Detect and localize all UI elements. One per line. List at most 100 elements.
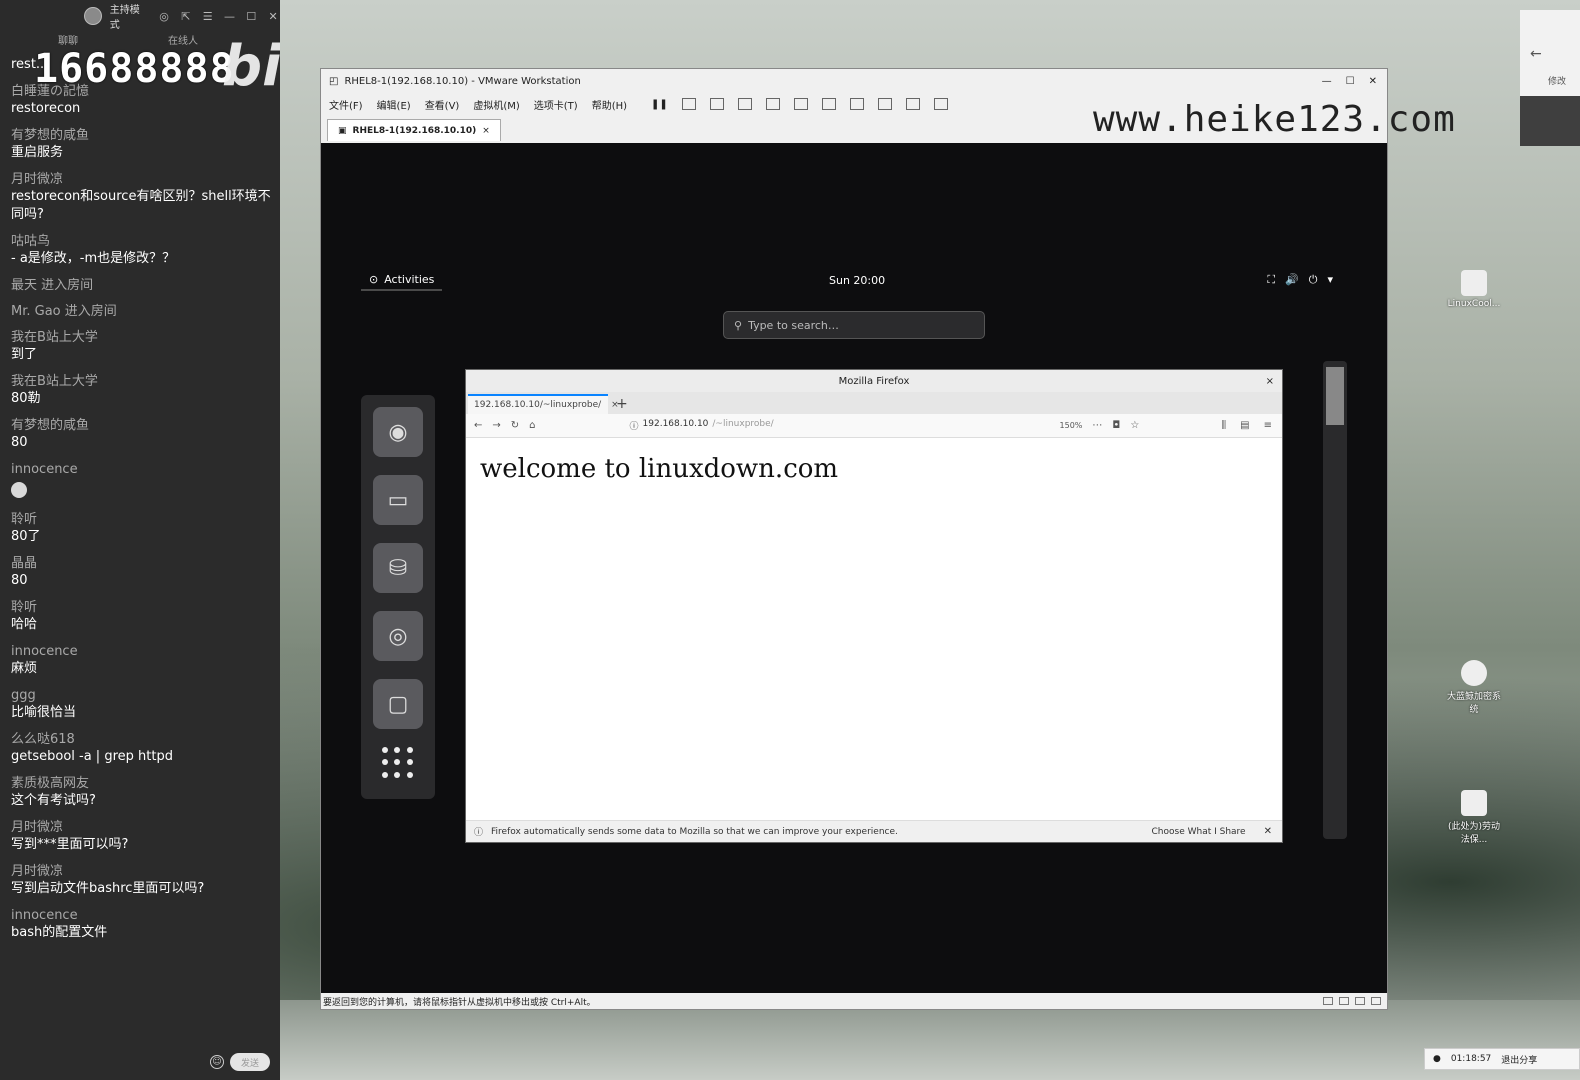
send-ctrl-alt-del-icon[interactable] xyxy=(681,98,696,110)
chat-username: 聆听 xyxy=(11,600,38,615)
maximize-icon[interactable]: ☐ xyxy=(1346,76,1355,87)
chat-text: 80勒 xyxy=(11,391,41,406)
send-button[interactable]: 发送 xyxy=(230,1053,270,1071)
snapshot-manager-icon[interactable] xyxy=(765,98,780,110)
menu-icon[interactable]: ☰ xyxy=(201,10,215,23)
chat-text: getsebool -a | grep httpd xyxy=(11,749,173,764)
show-applications-icon[interactable] xyxy=(382,747,414,779)
url-bar[interactable]: ⓘ 192.168.10.10 /~linuxprobe/ xyxy=(630,419,1050,432)
bookmark-star-icon[interactable]: ☆ xyxy=(1130,420,1139,431)
help-icon[interactable]: ◎ xyxy=(373,611,423,661)
stretch-view-icon[interactable] xyxy=(933,98,948,110)
hamburger-menu-icon[interactable]: ≡ xyxy=(1264,420,1272,431)
workspace-switcher[interactable] xyxy=(1323,361,1347,839)
status-text: 要返回到您的计算机，请将鼠标指针从虚拟机中移出或按 Ctrl+Alt。 xyxy=(323,997,596,1008)
close-notice-icon[interactable]: ✕ xyxy=(1254,826,1282,837)
maximize-icon[interactable]: ☐ xyxy=(244,10,258,23)
fullscreen-icon[interactable] xyxy=(849,98,864,110)
cdrom-icon[interactable] xyxy=(1339,997,1349,1005)
chat-username: innocence xyxy=(11,908,78,923)
minimize-icon[interactable]: — xyxy=(1322,76,1332,87)
recording-dot-icon: ● xyxy=(1433,1054,1441,1064)
chat-text: 写到启动文件bashrc里面可以吗? xyxy=(11,881,205,896)
desktop-icon-linuxcool[interactable]: LinuxCool... xyxy=(1444,270,1504,309)
chat-username: 有梦想的咸鱼 xyxy=(11,418,90,433)
chat-message: 有梦想的咸鱼 80 xyxy=(11,417,273,452)
firefox-window[interactable]: Mozilla Firefox × 192.168.10.10/~linuxpr… xyxy=(465,369,1283,843)
vm-guest-screen[interactable]: ⊙ Activities Sun 20:00 ⛶ 🔊 ⏻ ▾ ⚲ Type to… xyxy=(321,143,1387,993)
clock[interactable]: Sun 20:00 xyxy=(829,274,885,287)
unity-icon[interactable] xyxy=(877,98,892,110)
menu-vm[interactable]: 虚拟机(M) xyxy=(473,97,519,112)
thumbnail-view-icon[interactable] xyxy=(821,98,836,110)
library-view-icon[interactable] xyxy=(793,98,808,110)
hdd-icon[interactable] xyxy=(1323,997,1333,1005)
emoji-icon[interactable]: ☺ xyxy=(210,1055,224,1069)
overview-search[interactable]: ⚲ Type to search… xyxy=(723,311,985,339)
close-icon[interactable]: ✕ xyxy=(1369,76,1377,87)
info-icon: ⓘ xyxy=(629,422,639,432)
activities-button[interactable]: ⊙ Activities xyxy=(361,269,443,291)
minimize-icon[interactable]: — xyxy=(223,10,237,23)
back-icon[interactable]: ← xyxy=(474,420,482,431)
host-avatar xyxy=(84,7,102,25)
menu-view[interactable]: 查看(V) xyxy=(425,97,460,112)
workspace-thumbnail[interactable] xyxy=(1326,367,1344,425)
vm-tab-rhel8[interactable]: ▣ RHEL8-1(192.168.10.10) × xyxy=(327,119,501,141)
menu-tabs[interactable]: 选项卡(T) xyxy=(534,97,578,112)
firefox-icon[interactable]: ◉ xyxy=(373,407,423,457)
reload-icon[interactable]: ↻ xyxy=(511,420,519,431)
network-adapter-icon[interactable] xyxy=(1355,997,1365,1005)
sidebar-icon[interactable]: ▤ xyxy=(1240,420,1249,431)
close-icon[interactable]: ✕ xyxy=(266,10,280,23)
chat-text: 80 xyxy=(11,435,28,450)
exit-share-button[interactable]: 退出分享 xyxy=(1501,1053,1537,1066)
notice-text: Firefox automatically sends some data to… xyxy=(491,826,898,837)
menu-help[interactable]: 帮助(H) xyxy=(592,97,627,112)
vm-tab-label: RHEL8-1(192.168.10.10) xyxy=(352,125,477,136)
message-icon[interactable] xyxy=(1371,997,1381,1005)
close-tab-icon[interactable]: × xyxy=(482,126,490,136)
desktop-icon-word-doc[interactable]: (此处为)劳动法保... xyxy=(1444,790,1504,845)
activities-icon: ⊙ xyxy=(369,272,379,286)
tab-title: 192.168.10.10/~linuxprobe/ xyxy=(474,400,602,410)
document-icon xyxy=(1461,270,1487,296)
chat-header-title: 主持模式 xyxy=(109,5,140,31)
choose-what-i-share-button[interactable]: Choose What I Share xyxy=(1152,827,1246,837)
vmware-titlebar: ◰ RHEL8-1(192.168.10.10) - VMware Workst… xyxy=(321,69,1387,93)
network-icon: ⛶ xyxy=(1267,273,1276,286)
snapshot-icon[interactable] xyxy=(709,98,724,110)
library-icon[interactable]: ⫼ xyxy=(1222,420,1227,431)
activities-label: Activities xyxy=(384,272,435,286)
home-icon[interactable]: ⌂ xyxy=(529,420,535,431)
browser-tab[interactable]: 192.168.10.10/~linuxprobe/ × xyxy=(468,394,619,414)
desktop-icon-label: LinuxCool... xyxy=(1447,299,1501,309)
console-icon[interactable] xyxy=(905,98,920,110)
system-tray[interactable]: ⛶ 🔊 ⏻ ▾ xyxy=(1267,273,1333,287)
menu-file[interactable]: 文件(F) xyxy=(329,97,363,112)
popout-icon[interactable]: ⇱ xyxy=(179,10,193,23)
desktop-icon-encrypt[interactable]: 大蓝鲸加密系统 xyxy=(1444,660,1504,715)
settings-icon[interactable]: ◎ xyxy=(157,10,171,23)
close-icon[interactable]: × xyxy=(1266,376,1274,387)
page-actions-icon[interactable]: ⋯ xyxy=(1092,420,1102,431)
chat-username: 聆听 xyxy=(11,512,38,527)
chat-message: 聆听 80了 xyxy=(11,511,273,546)
chat-message: Mr. Gao 进入房间 xyxy=(11,303,273,320)
chat-username: Mr. Gao 进入房间 xyxy=(11,304,117,319)
terminal-icon[interactable]: ▢ xyxy=(373,679,423,729)
chat-message: 咕咕鸟 - a是修改，-m也是修改？？ xyxy=(11,233,273,268)
back-arrow-icon[interactable]: ← xyxy=(1530,46,1542,62)
zoom-level[interactable]: 150% xyxy=(1060,421,1083,430)
pocket-icon[interactable]: ◘ xyxy=(1112,420,1120,431)
revert-snapshot-icon[interactable] xyxy=(737,98,752,110)
forward-icon[interactable]: → xyxy=(492,420,500,431)
chat-username: innocence xyxy=(11,644,78,659)
pause-icon[interactable]: ❚❚ xyxy=(651,99,668,110)
url-path: /~linuxprobe/ xyxy=(712,419,774,429)
files-icon[interactable]: ▭ xyxy=(373,475,423,525)
menu-edit[interactable]: 编辑(E) xyxy=(377,97,411,112)
software-icon[interactable]: ⛁ xyxy=(373,543,423,593)
new-tab-button[interactable]: + xyxy=(608,394,636,414)
firefox-tabbar: 192.168.10.10/~linuxprobe/ × + xyxy=(466,392,1282,414)
